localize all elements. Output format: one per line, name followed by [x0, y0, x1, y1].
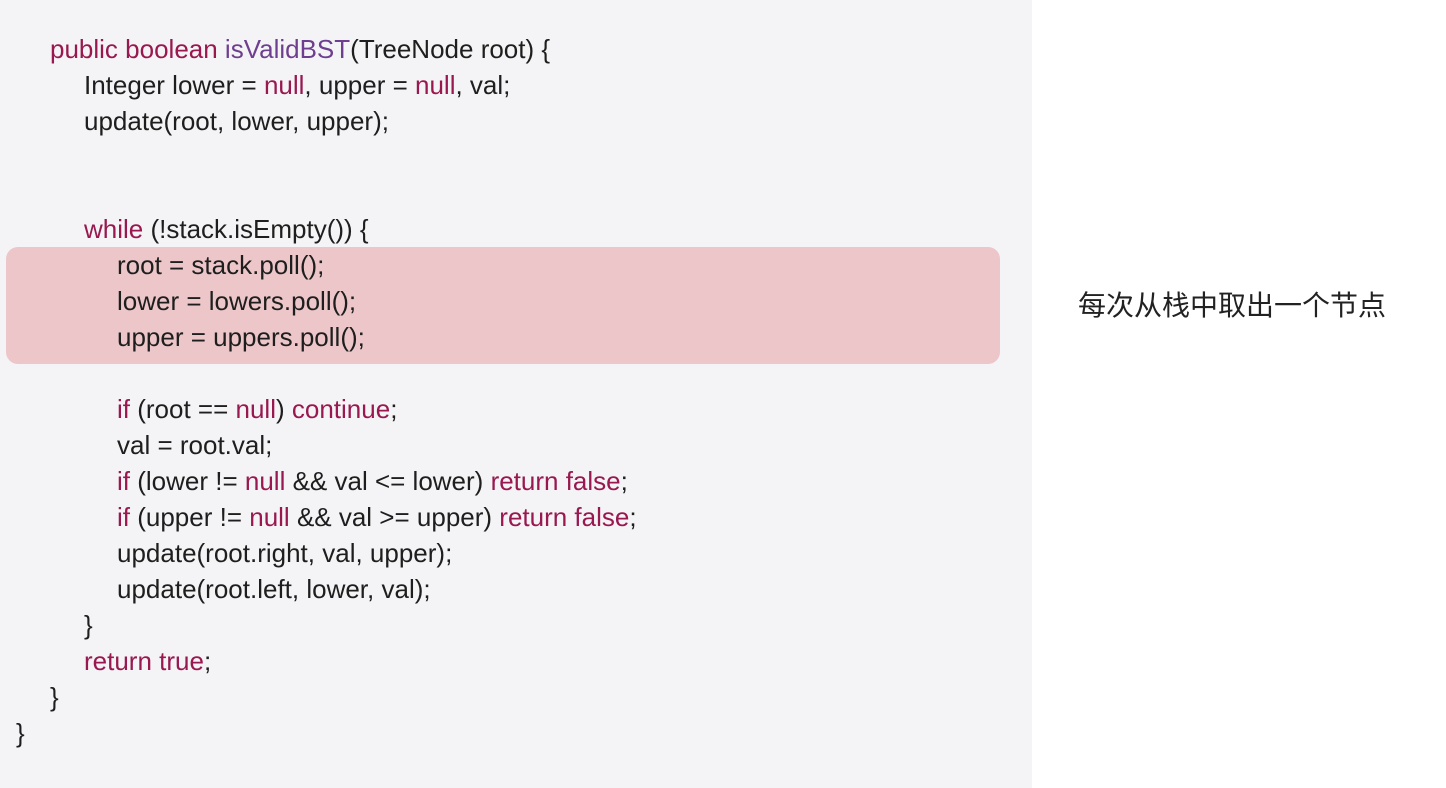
code-text: } — [50, 682, 59, 712]
code-line: if (upper != null && val >= upper) retur… — [117, 499, 637, 535]
code-panel: public boolean isValidBST(TreeNode root)… — [0, 0, 1032, 788]
code-text: } — [84, 610, 93, 640]
code-line: while (!stack.isEmpty()) { — [84, 211, 369, 247]
code-text: && val <= lower) — [285, 466, 491, 496]
code-text: (lower != — [130, 466, 245, 496]
code-line: root = stack.poll(); — [117, 247, 324, 283]
code-text: } — [16, 718, 25, 748]
code-text: Integer lower = — [84, 70, 264, 100]
code-keyword: null — [244, 466, 286, 496]
code-text: upper = uppers.poll(); — [117, 322, 365, 352]
code-line: } — [84, 607, 93, 643]
code-text: update(root.right, val, upper); — [117, 538, 453, 568]
code-method-name: isValidBST — [224, 34, 351, 64]
code-text: && val >= upper) — [289, 502, 500, 532]
code-text: (TreeNode root) { — [350, 34, 551, 64]
code-line: update(root.left, lower, val); — [117, 571, 431, 607]
code-text: (root == — [130, 394, 236, 424]
code-text: root = stack.poll(); — [117, 250, 325, 280]
code-line: return true; — [84, 643, 211, 679]
code-text: (upper != — [130, 502, 250, 532]
code-line: } — [16, 715, 25, 751]
code-line: val = root.val; — [117, 427, 272, 463]
code-keyword: null — [235, 394, 276, 424]
code-keyword: return true — [84, 646, 204, 676]
annotation-text: 每次从栈中取出一个节点 — [1078, 290, 1387, 321]
code-line: } — [50, 679, 59, 715]
code-text: , val; — [455, 70, 511, 100]
code-keyword: public boolean — [50, 34, 225, 64]
code-line: lower = lowers.poll(); — [117, 283, 356, 319]
code-text: (!stack.isEmpty()) { — [143, 214, 369, 244]
code-text: update(root.left, lower, val); — [117, 574, 431, 604]
code-keyword: if — [117, 502, 130, 532]
code-keyword: null — [249, 502, 290, 532]
code-line: update(root.right, val, upper); — [117, 535, 452, 571]
code-keyword: if — [117, 466, 130, 496]
code-keyword: if — [117, 394, 130, 424]
code-text: , upper = — [304, 70, 415, 100]
code-keyword: null — [263, 70, 305, 100]
code-line: upper = uppers.poll(); — [117, 319, 365, 355]
code-text: val = root.val; — [117, 430, 273, 460]
code-text: ; — [390, 394, 398, 424]
code-keyword: null — [415, 70, 456, 100]
code-text: ; — [203, 646, 212, 676]
code-text: lower = lowers.poll(); — [117, 286, 357, 316]
code-text: ) — [275, 394, 292, 424]
code-keyword: while — [84, 214, 144, 244]
code-keyword: return false — [490, 466, 621, 496]
code-text: ; — [629, 502, 637, 532]
code-keyword: return false — [499, 502, 630, 532]
code-line: if (lower != null && val <= lower) retur… — [117, 463, 628, 499]
code-text: update(root, lower, upper); — [84, 106, 389, 136]
code-line: Integer lower = null, upper = null, val; — [84, 67, 510, 103]
code-text: ; — [620, 466, 628, 496]
code-line: if (root == null) continue; — [117, 391, 397, 427]
code-line: public boolean isValidBST(TreeNode root)… — [50, 31, 550, 67]
code-keyword: continue — [291, 394, 391, 424]
code-line: update(root, lower, upper); — [84, 103, 389, 139]
